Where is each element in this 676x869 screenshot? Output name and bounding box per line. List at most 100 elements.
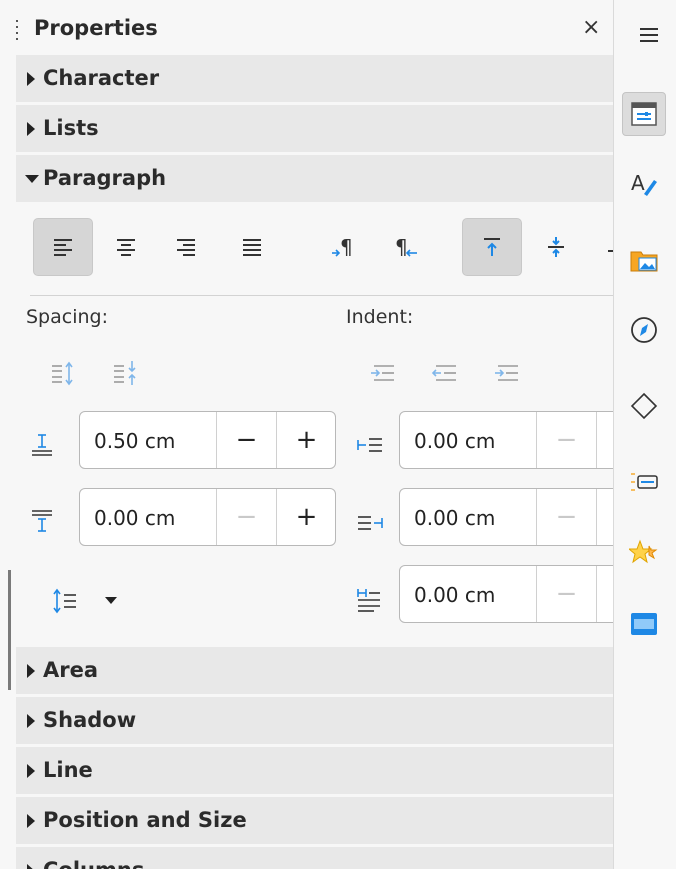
rtl-button[interactable]: ¶ [378, 218, 438, 276]
align-top-icon [484, 238, 500, 256]
align-bottom-button[interactable] [604, 242, 613, 254]
expand-arrow-icon [27, 664, 35, 678]
decrease-button[interactable]: − [536, 489, 596, 545]
manage-changes-icon [631, 473, 658, 491]
master-slides-icon [631, 613, 657, 635]
increase-button[interactable]: + [596, 412, 613, 468]
ltr-button[interactable]: ¶ [316, 218, 376, 276]
right-to-left-icon: ¶ [395, 235, 417, 259]
expand-arrow-icon [27, 864, 35, 869]
center-vertically-icon [548, 237, 564, 257]
close-deck-button[interactable]: × [582, 17, 600, 39]
sidebar-window: Properties × Character Lists Paragraph ¶… [0, 0, 676, 869]
styles-icon: A [631, 171, 657, 196]
section-label: Character [43, 66, 160, 90]
before-indent-icon [356, 434, 384, 456]
below-spacing-icon [30, 508, 54, 534]
line-spacing-dropdown[interactable] [50, 585, 130, 617]
increase-indent-button[interactable] [368, 358, 398, 388]
tab-manage-changes[interactable] [622, 460, 666, 504]
menu-icon[interactable] [640, 28, 658, 42]
increase-button[interactable]: + [276, 412, 335, 468]
increase-paragraph-spacing-icon [52, 361, 73, 386]
first-line-indent-icon [356, 587, 384, 613]
above-spacing-spinbox[interactable]: 0.50 cm − + [79, 411, 336, 469]
align-center-icon [117, 239, 135, 256]
after-indent-value[interactable]: 0.00 cm [414, 506, 495, 530]
design-star-icon [629, 539, 658, 564]
increase-button[interactable]: + [276, 489, 335, 545]
decrease-button[interactable]: − [216, 489, 276, 545]
increase-spacing-button[interactable] [48, 358, 78, 388]
section-position-and-size[interactable]: Position and Size [16, 797, 613, 844]
align-center-vertical-button[interactable] [526, 218, 586, 276]
after-indent-icon [356, 512, 384, 534]
decrease-spacing-button[interactable] [110, 358, 140, 388]
gallery-icon [630, 251, 658, 272]
expand-arrow-icon [27, 814, 35, 828]
decrease-button[interactable]: − [536, 412, 596, 468]
align-center-button[interactable] [96, 218, 156, 276]
expand-arrow-icon [27, 714, 35, 728]
section-label: Columns [43, 858, 144, 869]
after-indent-spinbox[interactable]: 0.00 cm − + [399, 488, 613, 546]
section-label: Position and Size [43, 808, 247, 832]
indent-label: Indent: [346, 306, 414, 328]
decrease-paragraph-spacing-icon [114, 361, 136, 385]
align-bottom-icon [608, 250, 613, 252]
before-indent-value[interactable]: 0.00 cm [414, 429, 495, 453]
tab-master-slides[interactable] [622, 602, 666, 646]
below-spacing-spinbox[interactable]: 0.00 cm − + [79, 488, 336, 546]
left-to-right-icon: ¶ [332, 235, 353, 259]
tab-navigator[interactable] [622, 308, 666, 352]
section-character[interactable]: Character [16, 55, 613, 102]
tab-properties[interactable] [622, 92, 666, 136]
decrease-indent-button[interactable] [430, 358, 460, 388]
align-left-button[interactable] [33, 218, 93, 276]
navigator-icon [631, 317, 657, 343]
increase-button[interactable]: + [596, 566, 613, 622]
section-area[interactable]: Area [16, 647, 613, 694]
tab-shapes[interactable] [622, 384, 666, 428]
justify-button[interactable] [222, 218, 282, 276]
section-lists[interactable]: Lists [16, 105, 613, 152]
above-spacing-icon [30, 432, 54, 458]
align-top-button[interactable] [462, 218, 522, 276]
justify-icon [243, 239, 261, 256]
section-columns[interactable]: Columns [16, 847, 613, 869]
section-line[interactable]: Line [16, 747, 613, 794]
grip-handle-icon[interactable] [16, 20, 19, 40]
section-label: Lists [43, 116, 99, 140]
collapse-arrow-icon [25, 175, 39, 183]
deck-titlebar: Properties × [0, 0, 613, 58]
line-spacing-icon [53, 588, 117, 614]
tab-design[interactable] [622, 530, 666, 574]
align-right-button[interactable] [156, 218, 216, 276]
svg-text:¶: ¶ [395, 235, 408, 259]
properties-deck: Properties × Character Lists Paragraph ¶… [0, 0, 613, 869]
tab-gallery[interactable] [622, 238, 666, 282]
resize-splitter[interactable] [8, 570, 11, 690]
shapes-icon [630, 392, 658, 420]
svg-text:¶: ¶ [340, 235, 353, 259]
tab-styles[interactable]: A [622, 162, 666, 206]
section-shadow[interactable]: Shadow [16, 697, 613, 744]
section-label: Line [43, 758, 93, 782]
increase-indent-icon [371, 365, 394, 381]
deck-title: Properties [34, 16, 158, 40]
section-paragraph[interactable]: Paragraph [16, 155, 613, 202]
hanging-indent-button[interactable] [492, 358, 522, 388]
expand-arrow-icon [27, 72, 35, 86]
decrease-indent-icon [431, 365, 456, 381]
first-line-indent-value[interactable]: 0.00 cm [414, 583, 495, 607]
decrease-button[interactable]: − [536, 566, 596, 622]
first-line-indent-spinbox[interactable]: 0.00 cm − + [399, 565, 613, 623]
before-indent-spinbox[interactable]: 0.00 cm − + [399, 411, 613, 469]
below-spacing-value[interactable]: 0.00 cm [94, 506, 175, 530]
section-label: Paragraph [43, 166, 167, 190]
increase-button[interactable]: + [596, 489, 613, 545]
above-spacing-value[interactable]: 0.50 cm [94, 429, 175, 453]
align-left-icon [54, 239, 72, 256]
decrease-button[interactable]: − [216, 412, 276, 468]
toolbar-separator [30, 295, 613, 296]
